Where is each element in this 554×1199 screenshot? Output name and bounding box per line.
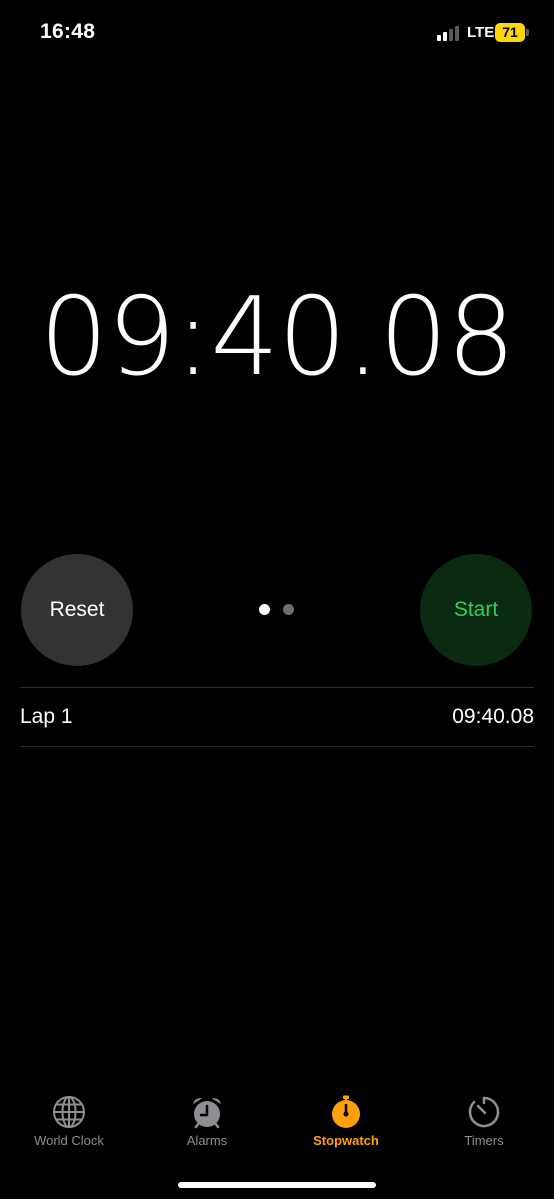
network-type: LTE	[467, 24, 495, 41]
status-bar: 16:48 LTE 71	[0, 0, 554, 66]
alarm-clock-icon	[193, 1098, 221, 1129]
stopwatch-icon	[332, 1095, 360, 1128]
lap-row: Lap 1 09:40.08	[20, 687, 534, 747]
signal-strength-icon	[437, 25, 463, 41]
lap-time: 09:40.08	[452, 705, 534, 728]
stopwatch-display: 09:40.08	[39, 275, 516, 400]
tab-stopwatch[interactable]: Stopwatch	[277, 1090, 415, 1160]
battery-icon: 71	[495, 23, 530, 42]
battery-level: 71	[495, 23, 525, 42]
tab-label: Alarms	[186, 1133, 228, 1148]
page-dot-active	[259, 604, 270, 615]
reset-button-label: Reset	[49, 598, 105, 621]
globe-icon	[53, 1096, 85, 1128]
page-indicator[interactable]	[259, 604, 299, 616]
start-button-label: Start	[453, 598, 499, 621]
tab-world-clock[interactable]: World Clock	[0, 1090, 138, 1160]
status-time: 16:48	[40, 20, 96, 43]
timer-icon	[468, 1096, 500, 1128]
tab-timers[interactable]: Timers	[415, 1090, 553, 1160]
home-indicator[interactable]	[178, 1182, 376, 1188]
tab-label: World Clock	[34, 1133, 104, 1148]
tab-label: Timers	[464, 1133, 504, 1148]
page-dot	[283, 604, 294, 615]
lap-list: Lap 1 09:40.08	[20, 687, 534, 747]
tab-alarms[interactable]: Alarms	[138, 1090, 276, 1160]
reset-button[interactable]: Reset	[21, 554, 133, 666]
lap-label: Lap 1	[20, 705, 73, 728]
tab-label: Stopwatch	[313, 1133, 379, 1148]
start-button[interactable]: Start	[420, 554, 532, 666]
